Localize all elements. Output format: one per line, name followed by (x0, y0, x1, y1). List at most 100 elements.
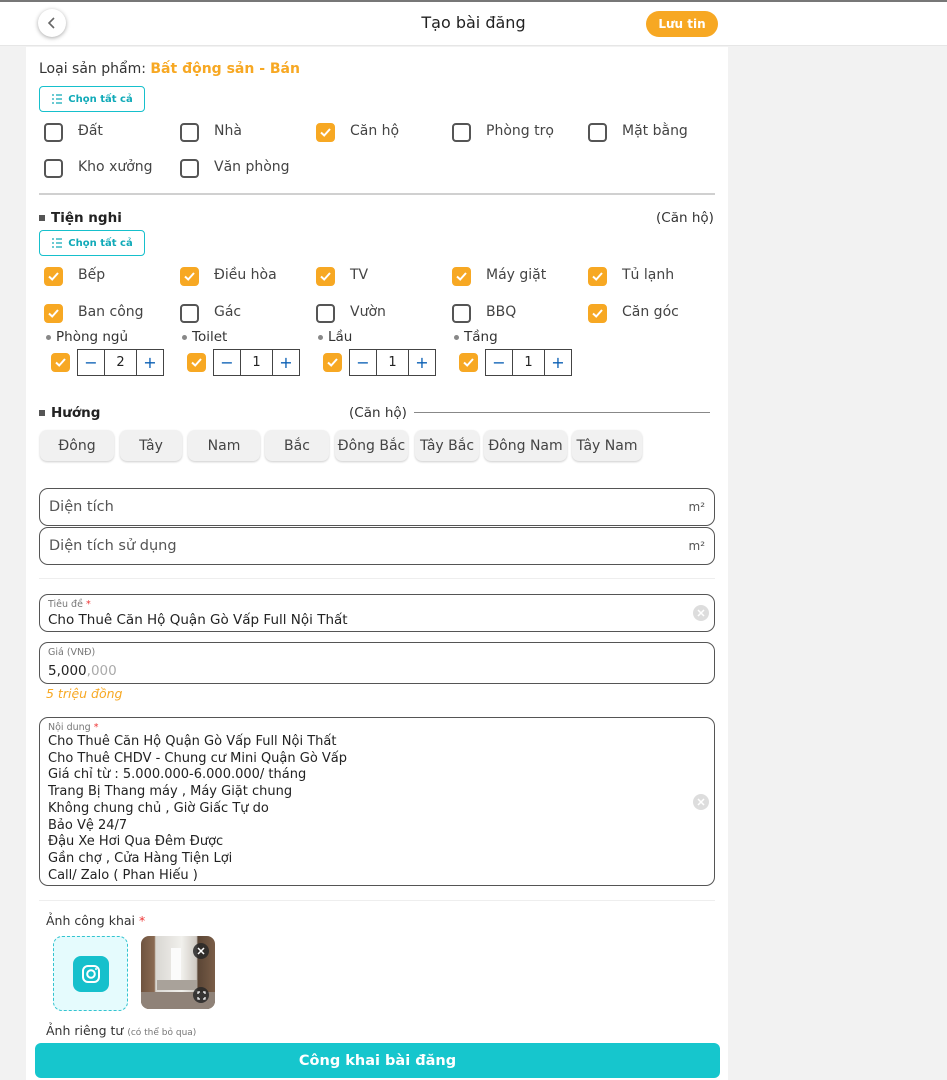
save-button[interactable]: Lưu tin (646, 11, 718, 37)
area-input[interactable]: Diện tích m² (39, 488, 715, 526)
amenities-title: Tiện nghi (51, 210, 122, 226)
direction-divider (414, 412, 710, 413)
checkbox[interactable] (44, 123, 63, 142)
list-check-icon (52, 94, 63, 104)
expand-icon[interactable] (193, 987, 209, 1003)
direction-chip-dong-bac[interactable]: Đông Bắc (335, 430, 408, 461)
option-label: Máy giặt (486, 267, 547, 283)
checkbox[interactable] (180, 267, 199, 286)
checkbox[interactable] (180, 123, 199, 142)
content-line: Bảo Vệ 24/7 (48, 817, 128, 833)
add-photo-button[interactable] (53, 936, 128, 1011)
stepper-value[interactable]: 1 (512, 350, 545, 375)
option-label: TV (350, 267, 369, 283)
option-label: Ban công (78, 304, 144, 320)
title-label-text: Tiêu đề (48, 599, 83, 610)
direction-chip-nam[interactable]: Nam (188, 430, 260, 461)
private-photos-label-text: Ảnh riêng tư (46, 1023, 124, 1038)
checkbox[interactable] (452, 267, 471, 286)
remove-photo-icon[interactable] (193, 943, 209, 959)
decrement-button[interactable]: − (486, 350, 512, 375)
direction-chip-bac[interactable]: Bắc (265, 430, 329, 461)
stepper-value[interactable]: 1 (240, 350, 273, 375)
usable-area-unit: m² (688, 539, 706, 553)
checkbox[interactable] (316, 304, 335, 323)
select-all-product-button[interactable]: Chọn tất cả (39, 86, 145, 112)
checkbox[interactable] (588, 267, 607, 286)
decrement-button[interactable]: − (350, 350, 376, 375)
dot-bullet-icon (182, 334, 187, 340)
clear-icon[interactable] (693, 794, 709, 810)
option-label: BBQ (486, 304, 517, 320)
option-label: Căn góc (622, 304, 679, 320)
checkbox[interactable] (452, 123, 471, 142)
clear-icon[interactable] (693, 605, 709, 621)
product-type-value: Bất động sản - Bán (150, 61, 300, 77)
dot-bullet-icon (46, 334, 51, 340)
floors-stepper: − 1 + (349, 349, 436, 376)
title-input[interactable]: Tiêu đề * Cho Thuê Căn Hộ Quận Gò Vấp Fu… (39, 594, 715, 632)
option-label: Phòng trọ (486, 123, 554, 139)
content-line: Call/ Zalo ( Phan Hiếu ) (48, 867, 198, 883)
option-label: Tủ lạnh (622, 267, 675, 283)
list-check-icon (52, 238, 63, 248)
page-title: Tạo bài đăng (421, 13, 526, 32)
checkbox[interactable] (44, 159, 63, 178)
stepper-value[interactable]: 2 (104, 350, 137, 375)
checkbox[interactable] (588, 304, 607, 323)
increment-button[interactable]: + (137, 350, 163, 375)
direction-title: Hướng (51, 405, 101, 421)
counter-label-text: Toilet (192, 329, 228, 345)
checkbox[interactable] (316, 267, 335, 286)
option-label: Kho xưởng (78, 159, 153, 175)
content-line: Cho Thuê Căn Hộ Quận Gò Vấp Full Nội Thấ… (48, 734, 337, 749)
required-mark: * (93, 722, 99, 733)
publish-button[interactable]: Công khai bài đăng (35, 1043, 720, 1078)
option-label: Gác (214, 304, 242, 320)
photo-thumbnail[interactable] (141, 936, 215, 1009)
direction-chip-tay-nam[interactable]: Tây Nam (572, 430, 642, 461)
counter-label-toilet: Toilet (182, 329, 227, 345)
photo-detail (171, 948, 181, 984)
increment-button[interactable]: + (409, 350, 435, 375)
increment-button[interactable]: + (273, 350, 299, 375)
checkbox[interactable] (316, 123, 335, 142)
section-divider (39, 578, 715, 579)
content-line: Cho Thuê CHDV - Chung cư Mini Quận Gò Vấ… (48, 750, 348, 766)
checkbox[interactable] (452, 304, 471, 323)
decrement-button[interactable]: − (78, 350, 104, 375)
area-unit: m² (688, 500, 706, 514)
content-line: Đậu Xe Hơi Qua Đêm Được (48, 834, 224, 850)
usable-area-placeholder: Diện tích sử dụng (49, 538, 177, 554)
toilet-checkbox[interactable] (187, 353, 206, 372)
direction-chip-tay[interactable]: Tây (120, 430, 182, 461)
checkbox[interactable] (44, 267, 63, 286)
option-label: Bếp (78, 267, 106, 283)
checkbox[interactable] (180, 304, 199, 323)
checkbox[interactable] (44, 304, 63, 323)
product-type-row: Loại sản phẩm: Bất động sản - Bán (39, 61, 300, 77)
checkbox[interactable] (180, 159, 199, 178)
price-hint: 5 triệu đồng (46, 686, 123, 701)
price-input[interactable]: Giá (VNĐ) 5,000,000 (39, 642, 715, 684)
decrement-button[interactable]: − (214, 350, 240, 375)
direction-chip-dong[interactable]: Đông (40, 430, 114, 461)
counter-label-text: Lầu (328, 329, 353, 345)
storey-checkbox[interactable] (459, 353, 478, 372)
usable-area-input[interactable]: Diện tích sử dụng m² (39, 527, 715, 565)
required-mark: * (85, 599, 91, 610)
public-photos-label: Ảnh công khai * (46, 913, 145, 928)
bedrooms-checkbox[interactable] (51, 353, 70, 372)
bedrooms-stepper: − 2 + (77, 349, 164, 376)
amenities-context: (Căn hộ) (656, 210, 714, 226)
stepper-value[interactable]: 1 (376, 350, 409, 375)
select-all-label: Chọn tất cả (68, 237, 133, 249)
option-label: Văn phòng (214, 159, 290, 175)
floors-checkbox[interactable] (323, 353, 342, 372)
increment-button[interactable]: + (545, 350, 571, 375)
direction-chip-dong-nam[interactable]: Đông Nam (484, 430, 567, 461)
direction-chip-tay-bac[interactable]: Tây Bắc (415, 430, 479, 461)
content-textarea[interactable]: Nội dung * Cho Thuê Căn Hộ Quận Gò Vấp F… (39, 717, 715, 886)
checkbox[interactable] (588, 123, 607, 142)
select-all-amenities-button[interactable]: Chọn tất cả (39, 230, 145, 256)
